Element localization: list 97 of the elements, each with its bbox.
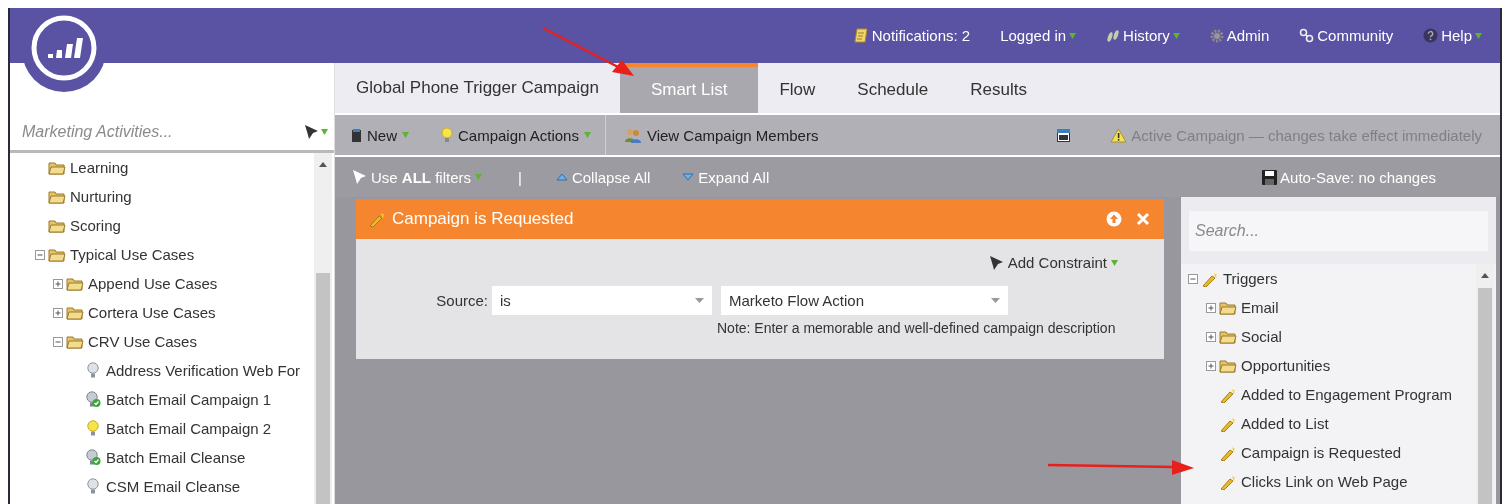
tree-item[interactable]: Campaign is Requested xyxy=(1241,444,1402,461)
folder-icon xyxy=(1219,300,1237,315)
bulb-icon xyxy=(86,420,100,437)
tab[interactable]: Flow xyxy=(758,63,837,113)
expand-icon xyxy=(682,173,695,181)
warning-icon xyxy=(1110,127,1128,143)
caret-icon xyxy=(402,132,409,138)
toolbar-button[interactable]: View Campaign Members xyxy=(623,115,833,155)
expand-toggle[interactable] xyxy=(53,307,63,318)
tree-item[interactable]: Batch Email Campaign 2 xyxy=(106,420,272,437)
nav-link[interactable]: Logged in xyxy=(1000,27,1077,44)
folder-icon xyxy=(48,160,66,175)
tree-item[interactable]: Nurturing xyxy=(70,188,132,205)
tree-item[interactable]: CRV Use Cases xyxy=(88,333,197,350)
tree-item[interactable]: Append Use Cases xyxy=(88,275,218,292)
nav-link[interactable]: Community xyxy=(1299,27,1394,44)
folder-icon xyxy=(48,218,66,233)
wand-icon xyxy=(1219,473,1237,490)
field-label: Source: xyxy=(435,292,488,309)
separator: | xyxy=(518,168,522,186)
add-constraint-button[interactable]: Add Constraint xyxy=(981,253,1124,272)
dropdown-field[interactable]: Marketo Flow Action xyxy=(721,286,1008,315)
folder-icon xyxy=(66,305,84,320)
tree-item[interactable]: Social xyxy=(1241,328,1282,345)
nav-link[interactable]: History xyxy=(1106,27,1180,44)
document-icon xyxy=(351,127,362,143)
search-field[interactable]: Search... xyxy=(1189,210,1488,251)
bulb-icon xyxy=(86,478,100,495)
expand-toggle[interactable] xyxy=(1188,273,1198,284)
tree-item[interactable]: Address Verification Web For xyxy=(106,362,300,379)
bulb-icon xyxy=(441,127,453,143)
dropdown-field[interactable]: is xyxy=(492,286,712,315)
campaign-title: Global Phone Trigger Campaign xyxy=(356,78,599,98)
tree-item[interactable]: Cortera Use Cases xyxy=(88,304,216,321)
tree-item[interactable]: Batch Email Cleanse xyxy=(106,449,246,466)
footprints-icon xyxy=(1106,28,1121,43)
tab[interactable]: Results xyxy=(949,63,1048,113)
wand-icon xyxy=(368,211,386,227)
folder-icon xyxy=(48,189,66,204)
wand-icon xyxy=(1219,415,1237,432)
nav-link[interactable]: Notifications: 2 xyxy=(853,27,971,44)
close-button[interactable] xyxy=(1136,212,1150,226)
caret-icon xyxy=(583,132,591,138)
filter-title: Campaign is Requested xyxy=(392,209,575,229)
bulb-check-icon xyxy=(85,391,101,408)
folder-icon xyxy=(66,276,84,291)
caret-icon xyxy=(695,298,704,303)
toolbar-button[interactable]: New xyxy=(351,115,423,155)
tree-item[interactable]: Typical Use Cases xyxy=(70,246,195,263)
expand-toggle[interactable] xyxy=(1206,360,1216,371)
folder-icon xyxy=(66,334,84,349)
folder-icon xyxy=(1219,358,1237,373)
tree-item[interactable]: Added to List xyxy=(1241,415,1329,432)
caret-icon xyxy=(475,174,483,180)
expand-toggle[interactable] xyxy=(1206,302,1216,313)
tree-item[interactable]: CSM Email Cleanse xyxy=(106,478,241,495)
expand-toggle[interactable] xyxy=(35,249,45,260)
caret-icon xyxy=(1069,32,1077,39)
tree-item[interactable]: Batch Email Campaign 1 xyxy=(106,391,272,408)
folder-icon xyxy=(48,247,66,262)
caret-icon xyxy=(1172,32,1180,39)
tree-item[interactable]: Triggers xyxy=(1223,270,1278,287)
toolbar-button[interactable]: Campaign Actions xyxy=(441,115,606,155)
caret-icon xyxy=(1475,32,1482,39)
expand-toggle[interactable] xyxy=(53,278,63,289)
note-icon xyxy=(853,28,869,43)
help-icon xyxy=(1423,28,1439,43)
field-note: Note: Enter a memorable and well-defined campaign description xyxy=(717,320,1117,336)
wand-icon xyxy=(1201,270,1219,287)
tree-item[interactable]: Clicks Link on Web Page xyxy=(1241,473,1408,490)
tree-item[interactable]: Added to Engagement Program xyxy=(1241,386,1452,403)
move-up-button[interactable] xyxy=(1106,211,1122,227)
caret-icon xyxy=(1111,259,1118,266)
nav-link[interactable]: Help xyxy=(1423,27,1482,44)
window-icon[interactable] xyxy=(1057,128,1071,142)
tree-item[interactable]: Opportunities xyxy=(1241,357,1331,374)
autosave-status: Auto-Save: no changes xyxy=(1280,168,1436,186)
tree-item[interactable]: Learning xyxy=(70,159,129,176)
collapse-icon xyxy=(555,173,568,181)
tree-item[interactable]: Scoring xyxy=(70,217,121,234)
scrollbar[interactable] xyxy=(314,153,332,504)
tab[interactable]: Schedule xyxy=(836,63,950,113)
caret-icon xyxy=(321,128,328,135)
bulb-icon xyxy=(86,362,100,379)
settings-icon xyxy=(1209,28,1224,43)
folder-icon xyxy=(1219,329,1237,344)
expand-toggle[interactable] xyxy=(53,336,63,347)
expand-toggle[interactable] xyxy=(1206,331,1216,342)
rings-icon xyxy=(1299,28,1315,43)
save-icon xyxy=(1262,169,1278,185)
wand-icon xyxy=(1219,386,1237,403)
nav-link[interactable]: Admin xyxy=(1209,27,1270,44)
bulb-check-icon xyxy=(85,449,101,466)
caret-icon xyxy=(991,298,1000,303)
tree-item[interactable]: Email xyxy=(1241,299,1279,316)
wand-icon xyxy=(1219,444,1237,461)
people-icon xyxy=(623,127,642,143)
